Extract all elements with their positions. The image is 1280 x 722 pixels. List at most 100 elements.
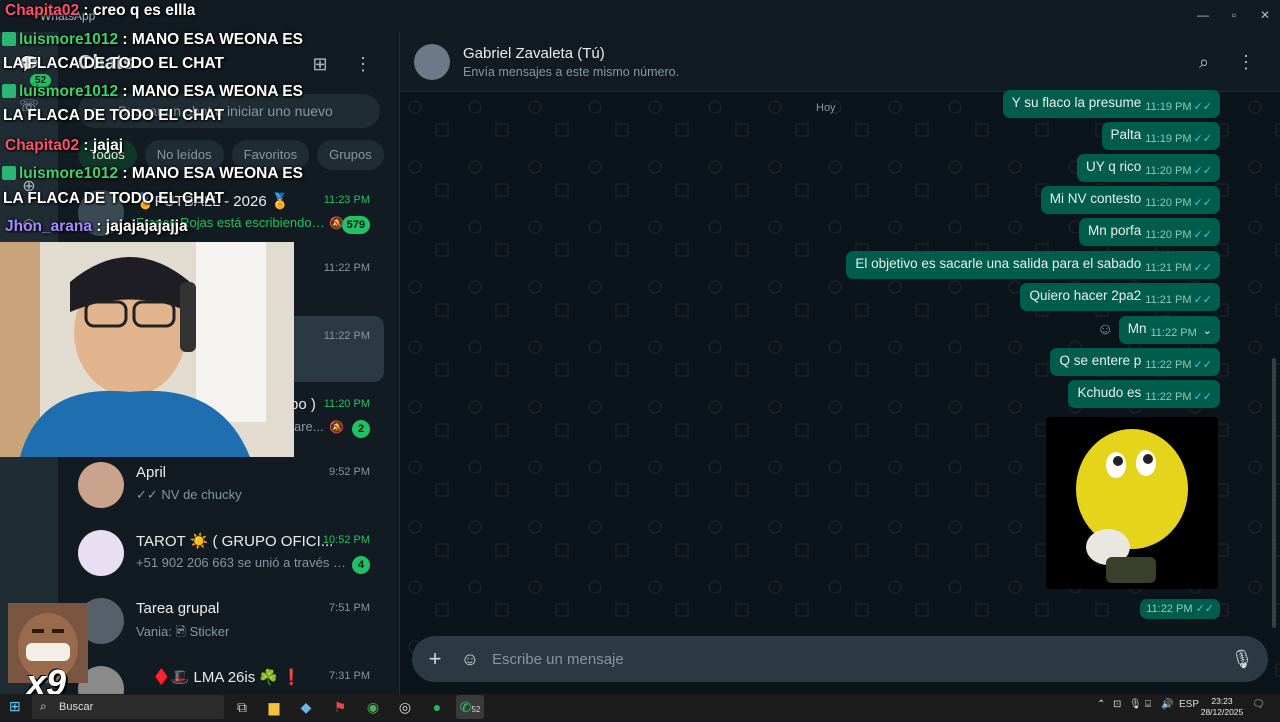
chat-item-april[interactable]: April 9:52 PM ✓✓ NV de chucky (68, 452, 384, 518)
message-bubble-hovered[interactable]: Mn 11:22 PM ⌄ (1118, 316, 1220, 346)
whatsapp-taskbar-icon[interactable]: ✆52 (456, 695, 484, 719)
app-icon[interactable]: ⚑ (326, 695, 354, 719)
read-ticks-icon: ✓✓ (1193, 391, 1212, 403)
overlay-message: : MANO ESA WEONA ES (118, 83, 303, 100)
network-icon[interactable]: ⌸ (1145, 699, 1151, 710)
message-text: Quiero hacer 2pa2 (1029, 288, 1142, 303)
message-text: Y su flaco la presume (1011, 95, 1142, 110)
volume-icon[interactable]: 🔊 (1161, 699, 1173, 710)
minimize-button[interactable]: — (1188, 4, 1218, 26)
close-button[interactable]: ✕ (1250, 4, 1280, 26)
tray-app-icon[interactable]: ⊡ (1113, 699, 1121, 710)
obs-icon[interactable]: ◎ (391, 695, 419, 719)
overlay-chat-line: LA FLACA DE TODO EL CHAT (3, 55, 224, 73)
chat-name: Tarea grupal (136, 600, 220, 617)
message-text: Q se entere p (1059, 353, 1142, 368)
chat-name: ♦️🎩 LMA 26is ☘️ ❗ (152, 669, 301, 686)
chat-item-tarea[interactable]: Tarea grupal 7:51 PM Vania: 🖻 Sticker (68, 588, 384, 654)
message-text: Kchudo es (1077, 385, 1142, 400)
notes-app-icon[interactable]: ◆ (292, 695, 320, 719)
menu-icon[interactable]: ⋮ (1234, 50, 1258, 74)
sticker-emoji-icon[interactable]: ☺ (458, 647, 482, 671)
conversation-header[interactable]: Gabriel Zavaleta (Tú) Envía mensajes a e… (400, 32, 1280, 92)
badge-icon (2, 166, 16, 180)
message-text: Palta (1110, 127, 1142, 142)
message-time: 11:21 PM (1145, 262, 1192, 274)
badge-icon (2, 84, 16, 98)
microphone-icon[interactable]: 🎙 (1230, 647, 1254, 671)
emoji-sticker-graphic (1076, 429, 1188, 583)
message-bubble[interactable]: UY q rico 11:20 PM ✓✓ (1077, 154, 1220, 182)
overlay-chat-line: Chapita02 : jajaj (5, 137, 123, 155)
spotify-icon[interactable]: ● (423, 695, 451, 719)
maximize-button[interactable]: ▫ (1219, 4, 1249, 26)
chat-time: 11:23 PM (323, 194, 370, 206)
message-time: 11:20 PM (1145, 197, 1192, 209)
scrollbar[interactable] (1272, 358, 1276, 628)
chat-time: 9:52 PM (329, 466, 370, 478)
message-bubble[interactable]: Kchudo es 11:22 PM ✓✓ (1068, 380, 1220, 408)
message-text: Mi NV contesto (1049, 191, 1142, 206)
avatar (78, 462, 124, 508)
file-explorer-icon[interactable]: ▆ (260, 695, 288, 719)
chat-item-tarot[interactable]: TAROT ☀️ ( GRUPO OFICI... 10:52 PM +51 9… (68, 520, 384, 586)
sticker-time: 11:22 PM ✓✓ (1140, 599, 1220, 619)
message-bubble[interactable]: Mn porfa 11:20 PM ✓✓ (1079, 218, 1220, 246)
day-separator: Hoy (816, 102, 836, 114)
task-view-icon[interactable]: ⧉ (228, 695, 256, 719)
contact-subtitle: Envía mensajes a este mismo número. (463, 65, 680, 79)
overlay-chat-line: LA FLACA DE TODO EL CHAT (3, 190, 224, 208)
message-bubble[interactable]: Y su flaco la presume 11:19 PM ✓✓ (1002, 90, 1220, 118)
overlay-message: : MANO ESA WEONA ES (118, 31, 303, 48)
overlay-message: LA FLACA DE TODO EL CHAT (3, 190, 225, 207)
chat-preview: ✓✓ NV de chucky (136, 487, 242, 502)
menu-icon[interactable]: ⋮ (351, 52, 375, 76)
message-bubble[interactable]: Palta 11:19 PM ✓✓ (1101, 122, 1220, 150)
chrome-icon[interactable]: ◉ (359, 695, 387, 719)
message-time: 11:20 PM (1145, 229, 1192, 241)
overlay-chat-line: luismore1012 : MANO ESA WEONA ES (2, 83, 303, 101)
read-ticks-icon: ✓✓ (1193, 101, 1212, 113)
overlay-username: Chapita02 (5, 2, 80, 19)
sticker-time-text: 11:22 PM (1146, 603, 1193, 615)
sticker-image[interactable] (1046, 417, 1218, 589)
muted-icon: 🔕 (329, 420, 344, 434)
message-input[interactable] (492, 636, 1192, 682)
message-bubble[interactable]: El objetivo es sacarle una salida para e… (846, 251, 1220, 279)
chat-time: 10:52 PM (322, 534, 370, 546)
notifications-icon[interactable]: 🗨 (1252, 699, 1265, 710)
read-ticks-icon: ✓✓ (1193, 133, 1212, 145)
clock-date: 28/12/2025 (1200, 707, 1244, 717)
chat-preview: Vania: 🖻 Sticker (136, 624, 230, 639)
clock-time: 23:23 (1211, 696, 1233, 706)
avatar[interactable] (414, 44, 450, 80)
chat-item-lma[interactable]: ♦️🎩 LMA 26is ☘️ ❗ 7:31 PM (68, 656, 384, 694)
message-bubble[interactable]: Quiero hacer 2pa2 11:21 PM ✓✓ (1020, 283, 1220, 311)
search-icon[interactable]: ⌕ (1192, 50, 1216, 74)
taskbar-badge: 52 (471, 705, 481, 714)
microphone-icon[interactable]: 🎙 (1129, 699, 1142, 710)
tray-chevron-icon[interactable]: ⌃ (1097, 699, 1105, 710)
attach-plus-icon[interactable]: + (424, 646, 446, 672)
message-bubble[interactable]: Q se entere p 11:22 PM ✓✓ (1050, 348, 1220, 376)
message-composer: + ☺ 🎙 (412, 636, 1268, 682)
message-bubble[interactable]: Mi NV contesto 11:20 PM ✓✓ (1040, 186, 1220, 214)
filter-groups[interactable]: Grupos (317, 140, 384, 170)
unread-count: 4 (352, 556, 370, 574)
overlay-chat-line: LA FLACA DE TODO EL CHAT (3, 107, 224, 125)
taskbar-search[interactable]: ⌕ Buscar (32, 695, 224, 719)
overlay-username: Jhon_arana (5, 218, 93, 235)
language-indicator[interactable]: ESP (1179, 699, 1199, 710)
message-time: 11:22 PM (1150, 327, 1197, 339)
message-text: Mn (1127, 321, 1147, 336)
message-text: El objetivo es sacarle una salida para e… (855, 256, 1142, 271)
windows-start-icon[interactable]: ⊞ (9, 699, 23, 713)
message-text: UY q rico (1086, 159, 1142, 174)
overlay-username: luismore1012 (19, 31, 119, 48)
chevron-down-icon[interactable]: ⌄ (1203, 316, 1212, 346)
overlay-chat-line: Chapita02 : creo q es ellla (5, 2, 195, 20)
clock[interactable]: 23:23 28/12/2025 (1200, 696, 1244, 718)
react-emoji-icon[interactable]: ☺ (1097, 321, 1113, 339)
new-chat-icon[interactable]: ⊞ (308, 52, 332, 76)
chat-time: 7:31 PM (329, 670, 370, 682)
